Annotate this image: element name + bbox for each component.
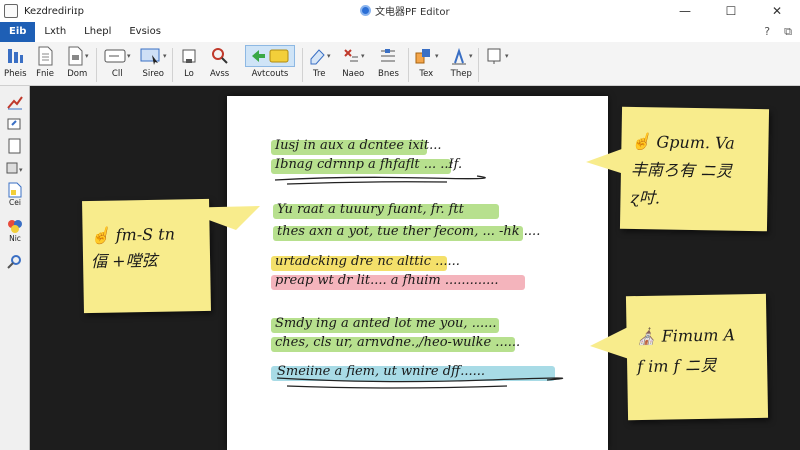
minimize-button[interactable]: — <box>662 0 708 22</box>
lines-icon <box>379 45 397 67</box>
ribbon-text-button[interactable]: ▾ Tex <box>414 45 439 79</box>
window-title-left: Kezdrediriɪp <box>24 5 84 17</box>
tab-file[interactable]: Eib <box>0 22 36 42</box>
ribbon-label: Fnie <box>36 69 54 79</box>
document-icon <box>36 45 54 67</box>
document-page[interactable]: Iusj in aux a dcntee ixit... Ibnag cdrnn… <box>227 96 608 450</box>
pages-icon <box>6 45 24 67</box>
ribbon-label: Bnes <box>378 69 399 79</box>
layers-tool-button[interactable]: ▾ <box>4 160 26 176</box>
ribbon-label: Pheis <box>4 69 27 79</box>
pen-icon: ▾ <box>450 45 473 67</box>
note-text: ⛪ Fimum A <box>636 325 736 347</box>
underline-scribbles <box>274 175 564 389</box>
ribbon-tre-button[interactable]: ▾ Tre <box>308 45 331 79</box>
measure-icon: ▾ <box>342 45 365 67</box>
ribbon-lo-button[interactable]: Lo <box>180 45 198 79</box>
ribbon-toolbar: Pheis Fnie ▾ Dom ▾ Cll ▾ Sireo Lo Avss A… <box>0 42 800 86</box>
title-bar: Kezdrediriɪp 文电器PF Editor — ☐ ✕ <box>0 0 800 22</box>
chart-icon <box>7 96 23 110</box>
ribbon-label: Naeo <box>342 69 365 79</box>
ribbon-label: Thep <box>450 69 472 79</box>
file-icon <box>8 182 22 198</box>
note-pointer <box>590 324 634 360</box>
annotation-icon <box>245 45 295 67</box>
ribbon-label: Dom <box>67 69 88 79</box>
link-tool-button[interactable] <box>4 116 26 132</box>
ribbon-measure-button[interactable]: ▾ Naeo <box>342 45 365 79</box>
page-icon <box>8 138 21 154</box>
ribbon-label: Lo <box>184 69 194 79</box>
ribbon-search-button[interactable]: Avss <box>210 45 229 79</box>
stamp-icon <box>180 45 198 67</box>
ribbon-file-button[interactable]: Fnie <box>36 45 54 79</box>
ribbon-label: Tre <box>313 69 326 79</box>
ribbon-label: Sireo <box>142 69 165 79</box>
tab-4[interactable]: Evsios <box>120 22 170 42</box>
ribbon-bines-button[interactable]: Bnes <box>378 45 399 79</box>
app-icon <box>4 4 18 18</box>
window-title-text: 文电器PF Editor <box>375 7 450 18</box>
ribbon-label: Avtcouts <box>251 69 289 79</box>
ribbon-help-button[interactable]: ▾ Thep <box>450 45 473 79</box>
note-text: 丰南ろ有 ニ灵 <box>630 159 733 181</box>
note-text: f im f ニ炅 <box>636 355 717 377</box>
ribbon-dom-button[interactable]: ▾ Dom <box>66 45 89 79</box>
eraser-icon: ▾ <box>308 45 331 67</box>
ribbon-cell-button[interactable]: ▾ Cll <box>104 45 131 79</box>
tool-label: Cei <box>9 198 21 207</box>
help-icon[interactable]: ? <box>764 25 770 39</box>
app-logo-icon <box>360 5 371 16</box>
chart-tool-button[interactable] <box>4 94 26 110</box>
tool-label: Nic <box>9 234 21 243</box>
tab-2[interactable]: Lxth <box>35 22 75 42</box>
link-icon <box>7 118 21 130</box>
restore-ribbon-icon[interactable]: ⧉ <box>784 25 792 39</box>
color-icon <box>8 220 22 233</box>
left-toolbar: ▾ Cei Nic <box>0 86 30 450</box>
sticky-note[interactable]: ☝ Gpum. Va 丰南ろ有 ニ灵 ɀ吋. <box>619 106 770 232</box>
shapes-icon: ▾ <box>414 45 439 67</box>
search-icon <box>7 255 21 269</box>
search-tool-button[interactable] <box>4 254 26 270</box>
ribbon-select-button[interactable]: ▾ Sireo <box>140 45 167 79</box>
color-tool-button[interactable]: Nic <box>4 218 26 243</box>
menu-bar: Eib Lxth Lhepl Evsios ? ⧉ <box>0 22 800 42</box>
window-title: 文电器PF Editor <box>360 3 450 18</box>
note-pointer <box>176 206 260 230</box>
ribbon-label: Tex <box>419 69 434 79</box>
ribbon-label: Cll <box>111 69 123 79</box>
note-text: 偪 +嘡弦 <box>90 250 158 271</box>
note-text: ☝ Gpum. Va <box>631 131 735 153</box>
svg-text:▾: ▾ <box>19 166 23 174</box>
file-tool-button[interactable]: Cei <box>4 182 26 207</box>
select-icon: ▾ <box>140 45 167 67</box>
doc-stack-icon: ▾ <box>66 45 89 67</box>
note-text: ☝ fm-S tn <box>90 224 176 245</box>
note-pointer <box>586 146 630 174</box>
ribbon-annotations-button[interactable]: Avtcouts <box>245 45 295 79</box>
ribbon-pages-button[interactable]: Pheis <box>4 45 27 79</box>
maximize-button[interactable]: ☐ <box>708 0 754 22</box>
page-tool-button[interactable] <box>4 138 26 154</box>
close-button[interactable]: ✕ <box>754 0 800 22</box>
search-icon <box>211 45 229 67</box>
tab-3[interactable]: Lhepl <box>75 22 120 42</box>
ribbon-more-button[interactable]: ▾ <box>486 45 509 69</box>
sticky-note[interactable]: ⛪ Fimum A f im f ニ炅 <box>625 293 769 421</box>
layers-icon: ▾ <box>6 162 23 174</box>
note-text: ɀ吋. <box>630 187 661 208</box>
form-field-icon: ▾ <box>104 45 131 67</box>
ribbon-label: Avss <box>210 69 230 79</box>
window-icon: ▾ <box>486 45 509 67</box>
